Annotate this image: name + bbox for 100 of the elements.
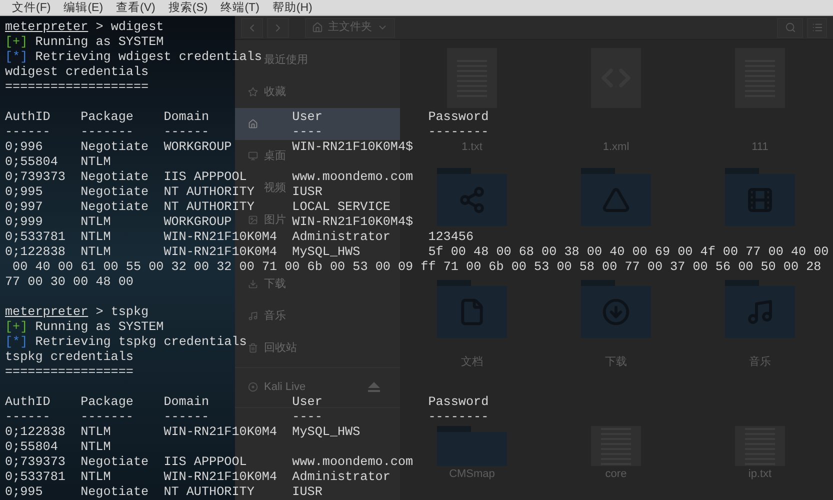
column-header: Password [428, 395, 489, 409]
image-icon[interactable] [248, 215, 258, 225]
column-header: AuthID [5, 110, 50, 124]
table-cell: WIN-RN21F10K0M4$ [292, 215, 414, 229]
trash-icon[interactable] [248, 343, 258, 353]
file-label[interactable]: 1.xml [602, 141, 630, 154]
search-button[interactable] [777, 18, 803, 38]
home-icon[interactable] [248, 119, 258, 129]
table-cell: NT AUTHORITY [164, 200, 254, 214]
column-header: User [292, 395, 322, 409]
table-cell: WORKGROUP [164, 215, 232, 229]
table-cell: NT AUTHORITY [164, 185, 254, 199]
folder-icon[interactable] [725, 280, 795, 338]
table-cell: 0;996 [5, 140, 43, 154]
star-icon[interactable] [248, 87, 258, 97]
table-cell: IIS APPPOOL [164, 170, 247, 184]
sidebar-label[interactable]: 下载 [264, 278, 286, 290]
status-marker: [+] [5, 35, 28, 50]
section-title: wdigest credentials [5, 65, 149, 80]
sidebar-label[interactable]: 回收站 [264, 342, 297, 354]
table-cell: Negotiate [80, 200, 149, 214]
command-text: > tspkg [96, 305, 149, 320]
sidebar-label[interactable]: 视频 [264, 182, 286, 194]
prompt-name: meterpreter [5, 20, 88, 35]
table-cell: WIN-RN21F10K0M4$ [292, 140, 414, 154]
folder-icon[interactable] [725, 168, 795, 226]
home-icon [312, 22, 323, 33]
table-cell: 0;122838 [5, 245, 66, 259]
file-label[interactable]: 1.txt [462, 141, 482, 154]
header-underline: ------- [80, 125, 134, 139]
eject-icon[interactable] [368, 382, 380, 392]
file-label[interactable]: core [605, 468, 627, 481]
table-cell: 123456 [428, 230, 474, 244]
music-note-icon[interactable] [248, 311, 258, 321]
table-cell: 0;55804 [5, 440, 58, 454]
table-cell: 0;995 [5, 485, 43, 499]
status-message: Retrieving tspkg credentials [35, 335, 247, 350]
file-label[interactable]: 111 [752, 141, 768, 154]
table-cell: NTLM [80, 425, 111, 439]
column-header: AuthID [5, 395, 50, 409]
table-cell: 0;995 [5, 185, 43, 199]
sidebar-label[interactable]: Kali Live [264, 380, 306, 394]
prompt-name: meterpreter [5, 305, 88, 320]
header-underline: -------- [428, 125, 489, 139]
header-underline: ------ [5, 125, 50, 139]
monitor-icon[interactable] [248, 151, 258, 161]
disc-icon[interactable] [248, 382, 258, 392]
folder-icon[interactable] [581, 168, 651, 226]
menu-item[interactable]: 搜索(S) [168, 0, 208, 16]
status-marker: [*] [5, 50, 28, 65]
header-underline: ------- [80, 410, 134, 424]
status-marker: [+] [5, 320, 28, 335]
table-cell: WIN-RN21F10K0M4 [164, 230, 278, 244]
file-label[interactable]: 音乐 [749, 356, 771, 369]
title-underline: ================= [5, 365, 134, 380]
menu-item[interactable]: 查看(V) [116, 0, 156, 16]
view-button[interactable] [807, 18, 827, 38]
folder-icon[interactable] [437, 280, 507, 338]
table-cell: 0;997 [5, 200, 43, 214]
folder-icon[interactable] [437, 168, 507, 226]
table-cell: 0;739373 [5, 455, 66, 469]
file-label[interactable]: CMSmap [449, 468, 495, 481]
menu-item[interactable]: 编辑(E) [64, 0, 104, 16]
file-label[interactable]: 文档 [461, 356, 483, 369]
section-title: tspkg credentials [5, 350, 134, 365]
table-cell: www.moondemo.com [292, 455, 414, 469]
folder-icon[interactable] [581, 280, 651, 338]
header-underline: -------- [428, 410, 489, 424]
table-cell: WIN-RN21F10K0M4 [164, 245, 278, 259]
file-label[interactable]: 下载 [605, 356, 627, 369]
table-cell: Negotiate [80, 455, 149, 469]
table-cell: NTLM [80, 245, 111, 259]
search-icon [784, 22, 796, 33]
table-cell: 0;533781 [5, 470, 66, 484]
sidebar-label[interactable]: 图片 [264, 214, 286, 226]
table-cell: 0;122838 [5, 425, 66, 439]
sidebar-label[interactable]: 最近使用 [264, 54, 308, 66]
back-button[interactable] [241, 18, 263, 38]
menu-item[interactable]: 终端(T) [220, 0, 260, 16]
status-marker: [*] [5, 335, 28, 350]
command-text: > wdigest [96, 20, 164, 35]
column-header: User [292, 110, 322, 124]
file-label[interactable]: ip.txt [748, 468, 772, 481]
table-cell: Negotiate [80, 140, 149, 154]
table-cell: WIN-RN21F10K0M4 [164, 425, 278, 439]
header-underline: ---- [292, 410, 322, 424]
sidebar-label[interactable]: 桌面 [264, 150, 286, 162]
menu-item[interactable]: 文件(F) [12, 0, 51, 16]
table-cell-text: 00 40 00 61 00 55 00 32 00 32 00 71 00 6b 00 53 00 09 ff 71 00 6b 00 53 00 58 00 77 00 37 00 56 00 50 00 28 [12, 260, 822, 275]
table-cell: 5f 00 48 00 68 00 38 00 40 00 69 00 4f 00 77 00 40 00 [428, 245, 829, 259]
table-cell: 0;55804 [5, 155, 58, 169]
column-header: Domain [164, 395, 210, 409]
sidebar-label[interactable]: 音乐 [264, 310, 286, 322]
table-cell: NTLM [80, 230, 111, 244]
download-icon[interactable] [248, 279, 258, 289]
sidebar-label[interactable]: 收藏 [264, 86, 286, 98]
status-message: Running as SYSTEM [35, 320, 164, 335]
forward-button[interactable] [267, 18, 289, 38]
menu-item[interactable]: 帮助(H) [272, 0, 312, 16]
table-cell: IUSR [292, 185, 322, 199]
